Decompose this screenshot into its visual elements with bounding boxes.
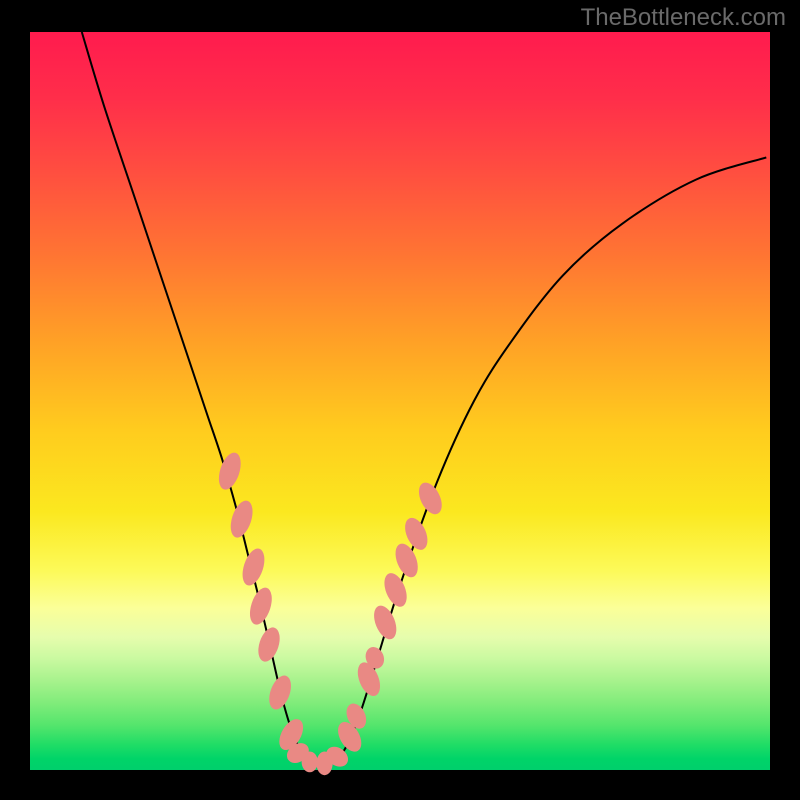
- curve-marker: [302, 752, 318, 773]
- plot-background: [30, 32, 770, 770]
- chart-frame: TheBottleneck.com: [0, 0, 800, 800]
- watermark-text: TheBottleneck.com: [581, 4, 786, 32]
- bottleneck-chart: [0, 0, 800, 800]
